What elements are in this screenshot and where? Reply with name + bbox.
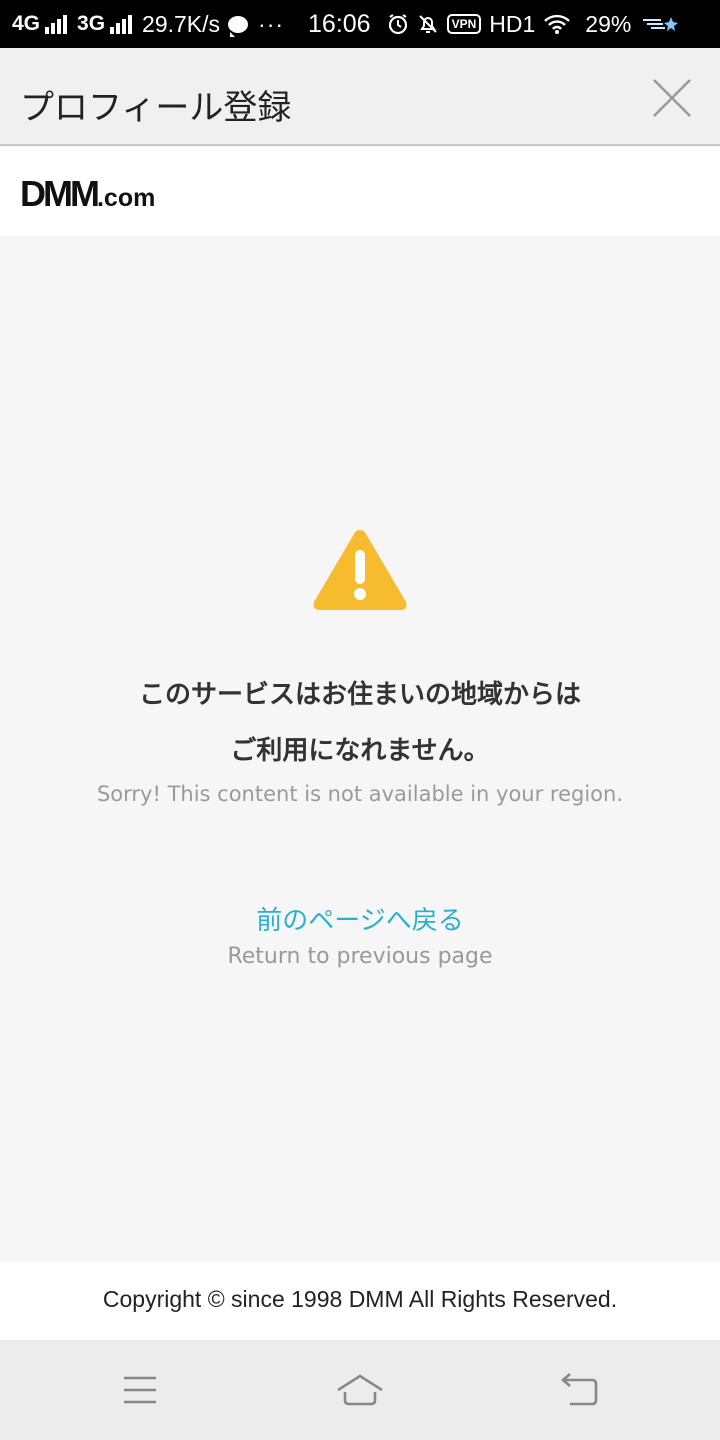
- network-4g-label: 4G: [12, 12, 41, 35]
- brand-bar: DMM.com: [0, 147, 720, 236]
- back-to-previous-link[interactable]: 前のページへ戻る: [200, 900, 520, 937]
- title-bar: プロフィール登録: [0, 48, 720, 146]
- shooting-star-icon: [641, 14, 681, 34]
- back-button[interactable]: [550, 1370, 610, 1410]
- network-3g-label: 3G: [77, 12, 106, 35]
- home-button[interactable]: [330, 1370, 390, 1410]
- battery-percent: 29%: [585, 10, 632, 37]
- error-message-english: Sorry! This content is not available in …: [96, 782, 624, 806]
- logo-main-text: DMM: [20, 173, 100, 214]
- dmm-logo[interactable]: DMM.com: [20, 173, 155, 215]
- main-content: このサービスはお住まいの地域からは ご利用になれません。 Sorry! This…: [0, 236, 720, 1262]
- back-icon: [561, 1373, 598, 1406]
- close-icon: [653, 79, 691, 117]
- network-4g: 4G: [12, 12, 77, 36]
- error-message-line-1: このサービスはお住まいの地域からは: [138, 680, 581, 710]
- hd-indicator: HD1: [489, 10, 536, 37]
- warning-icon: [313, 530, 407, 610]
- footer: Copyright © since 1998 DMM All Rights Re…: [0, 1262, 720, 1340]
- wifi-icon: [543, 13, 571, 35]
- signal-icon: [45, 14, 68, 34]
- home-icon: [337, 1374, 383, 1406]
- error-message-line-2: ご利用になれません。: [230, 736, 490, 766]
- copyright-text: Copyright © since 1998 DMM All Rights Re…: [102, 1286, 618, 1312]
- network-speed: 29.7K/s: [142, 10, 221, 37]
- status-bar: 4G 3G 29.7K/s ··· 16:06 VPN HD1 29%: [0, 0, 720, 48]
- page-title: プロフィール登録: [20, 88, 292, 128]
- back-to-previous-english: Return to previous page: [227, 944, 493, 969]
- signal-icon: [110, 14, 133, 34]
- menu-button[interactable]: [110, 1370, 170, 1410]
- chat-bubble-icon: [228, 15, 249, 37]
- close-button[interactable]: [648, 74, 696, 122]
- clock-time: 16:06: [308, 9, 371, 38]
- mute-bell-icon: [417, 13, 439, 35]
- vpn-icon: VPN: [446, 14, 482, 34]
- system-nav-bar: [0, 1340, 720, 1440]
- more-notifications: ···: [258, 10, 285, 37]
- logo-tld-text: .com: [96, 184, 156, 212]
- menu-icon: [124, 1376, 156, 1404]
- alarm-icon: [387, 13, 409, 35]
- network-3g: 3G: [77, 12, 142, 36]
